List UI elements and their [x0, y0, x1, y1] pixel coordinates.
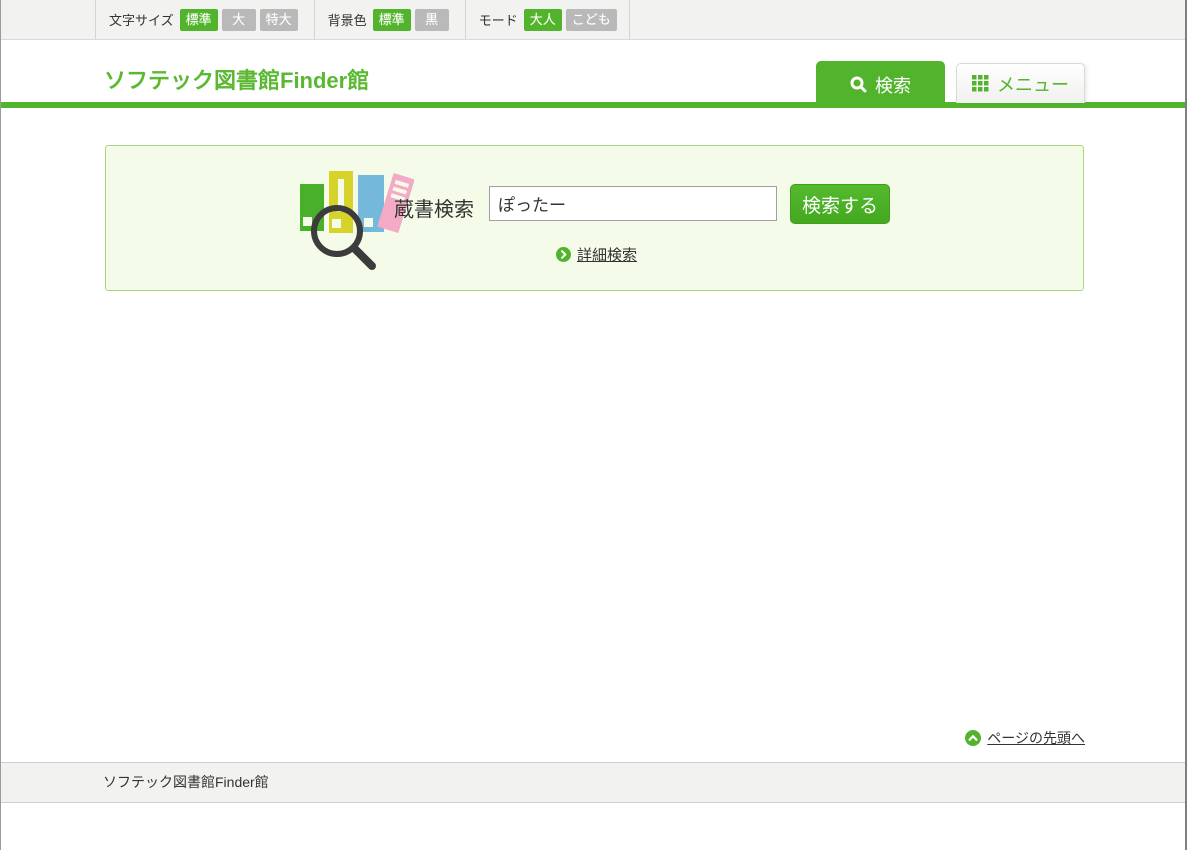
advanced-search-link[interactable]: 詳細検索 — [577, 244, 637, 265]
advanced-search-row: 詳細検索 — [556, 244, 637, 265]
chevron-up-circle-icon — [965, 730, 981, 746]
font-size-xlarge-button[interactable]: 特大 — [260, 9, 298, 31]
chevron-right-circle-icon — [556, 247, 571, 262]
books-search-icon — [296, 167, 414, 278]
search-button[interactable]: 検索する — [790, 184, 890, 224]
tab-search-label: 検索 — [875, 72, 911, 98]
page: 文字サイズ 標準 大 特大 背景色 標準 黒 モード 大人 こども ソフテック図… — [0, 0, 1187, 850]
catalog-search-panel: 蔵書検索 検索する 詳細検索 — [105, 145, 1084, 291]
tab-search[interactable]: 検索 — [816, 61, 945, 108]
back-to-top-link[interactable]: ページの先頭へ — [987, 728, 1085, 748]
footer-site-name: ソフテック図書館Finder館 — [103, 774, 269, 790]
search-icon — [850, 76, 867, 93]
mode-adult-button[interactable]: 大人 — [524, 9, 562, 31]
font-size-label: 文字サイズ — [109, 10, 174, 29]
tab-menu[interactable]: メニュー — [956, 63, 1085, 103]
site-title: ソフテック図書館Finder館 — [104, 63, 369, 95]
tab-menu-label: メニュー — [997, 71, 1069, 97]
font-size-standard-button[interactable]: 標準 — [180, 9, 218, 31]
toolbar-divider — [95, 0, 96, 39]
mode-kids-button[interactable]: こども — [566, 9, 617, 31]
accessibility-toolbar: 文字サイズ 標準 大 特大 背景色 標準 黒 モード 大人 こども — [1, 0, 1185, 40]
site-footer: ソフテック図書館Finder館 — [1, 762, 1185, 803]
bg-color-standard-button[interactable]: 標準 — [373, 9, 411, 31]
mode-label: モード — [479, 10, 518, 29]
grid-icon — [972, 75, 989, 92]
search-input[interactable] — [489, 186, 777, 221]
catalog-search-label: 蔵書検索 — [394, 193, 474, 222]
toolbar-divider — [465, 0, 466, 39]
toolbar-divider — [314, 0, 315, 39]
font-size-large-button[interactable]: 大 — [222, 9, 256, 31]
bg-color-black-button[interactable]: 黒 — [415, 9, 449, 31]
toolbar-divider — [629, 0, 630, 39]
bg-color-label: 背景色 — [328, 10, 367, 29]
back-to-top-row: ページの先頭へ — [965, 728, 1085, 748]
